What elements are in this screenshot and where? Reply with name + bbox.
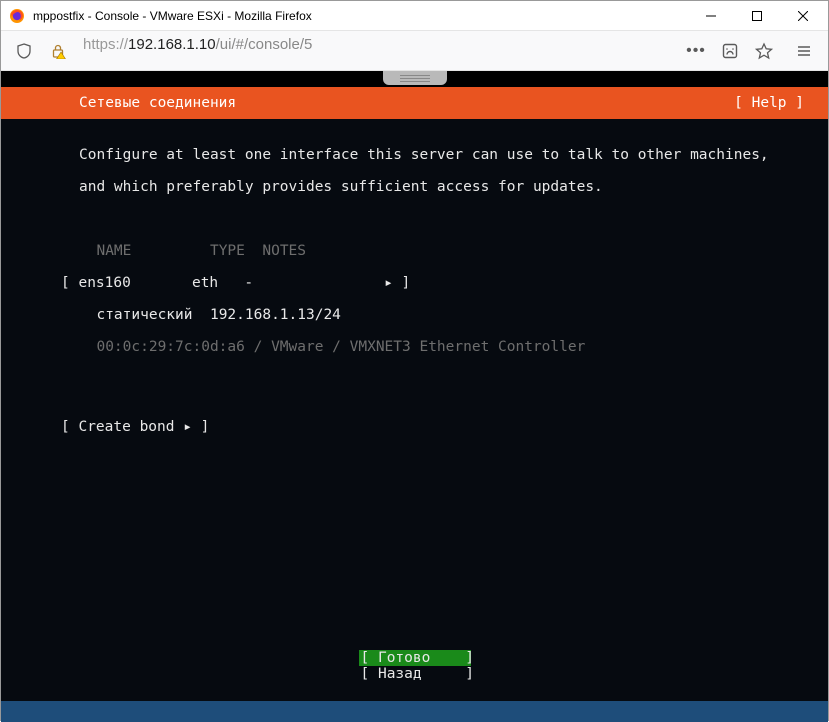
terminal-body: Configure at least one interface this se… <box>1 119 828 467</box>
iface-left-bracket: [ <box>61 275 70 291</box>
console-top-bar <box>1 71 828 87</box>
interface-row[interactable]: [ ens160 eth - ▸ ] <box>79 275 804 291</box>
minimize-button[interactable] <box>688 1 734 31</box>
screen-title: Сетевые соединения <box>79 95 734 111</box>
help-button[interactable]: [ Help ] <box>734 95 804 111</box>
url-bar: https://192.168.1.10/ui/#/console/5 ••• <box>1 31 828 71</box>
reader-icon[interactable] <box>714 36 746 66</box>
iface-arrow: ▸ ] <box>384 275 410 291</box>
vmware-footer-bar <box>1 701 828 722</box>
iface-name: ens160 <box>78 275 130 291</box>
url-host: 192.168.1.10 <box>128 36 216 53</box>
interface-mac-row: 00:0c:29:7c:0d:a6 / VMware / VMXNET3 Eth… <box>79 339 804 355</box>
url-input[interactable]: https://192.168.1.10/ui/#/console/5 <box>77 36 676 66</box>
header-type: TYPE <box>210 243 245 259</box>
firefox-icon <box>9 8 25 24</box>
close-button[interactable] <box>780 1 826 31</box>
window-title: mppostfix - Console - VMware ESXi - Mozi… <box>33 9 688 23</box>
screen-header: Сетевые соединения [ Help ] <box>1 87 828 119</box>
window-controls <box>688 1 826 31</box>
url-actions: ••• <box>680 36 780 66</box>
window-titlebar: mppostfix - Console - VMware ESXi - Mozi… <box>1 1 828 31</box>
back-button[interactable]: [ Назад ] <box>359 666 471 682</box>
header-name: NAME <box>96 243 131 259</box>
page-actions-icon[interactable]: ••• <box>680 36 712 66</box>
bottom-buttons: [ Готово ] [ Назад ] <box>1 650 828 682</box>
description-line-1: Configure at least one interface this se… <box>79 147 804 163</box>
description-line-2: and which preferably provides sufficient… <box>79 179 804 195</box>
header-notes: NOTES <box>262 243 306 259</box>
iface-addr: 192.168.1.13/24 <box>210 307 341 323</box>
iface-notes: - <box>244 275 253 291</box>
interface-addr-row: статический 192.168.1.13/24 <box>79 307 804 323</box>
url-path: /ui/#/console/5 <box>216 36 313 53</box>
bookmark-star-icon[interactable] <box>748 36 780 66</box>
tracking-shield-icon[interactable] <box>9 36 39 66</box>
url-prefix: https:// <box>83 36 128 53</box>
create-bond-button[interactable]: [ Create bond ▸ ] <box>79 419 804 435</box>
console-area: Сетевые соединения [ Help ] Configure at… <box>1 71 828 722</box>
console-handle-icon[interactable] <box>383 71 447 85</box>
table-headers: NAME TYPE NOTES <box>79 243 804 259</box>
lock-warning-icon[interactable] <box>43 36 73 66</box>
menu-hamburger-icon[interactable] <box>788 36 820 66</box>
maximize-button[interactable] <box>734 1 780 31</box>
iface-type: eth <box>192 275 218 291</box>
done-button[interactable]: [ Готово ] <box>359 650 471 666</box>
iface-mode: статический <box>96 307 192 323</box>
iface-mac: 00:0c:29:7c:0d:a6 / VMware / VMXNET3 Eth… <box>96 339 585 355</box>
